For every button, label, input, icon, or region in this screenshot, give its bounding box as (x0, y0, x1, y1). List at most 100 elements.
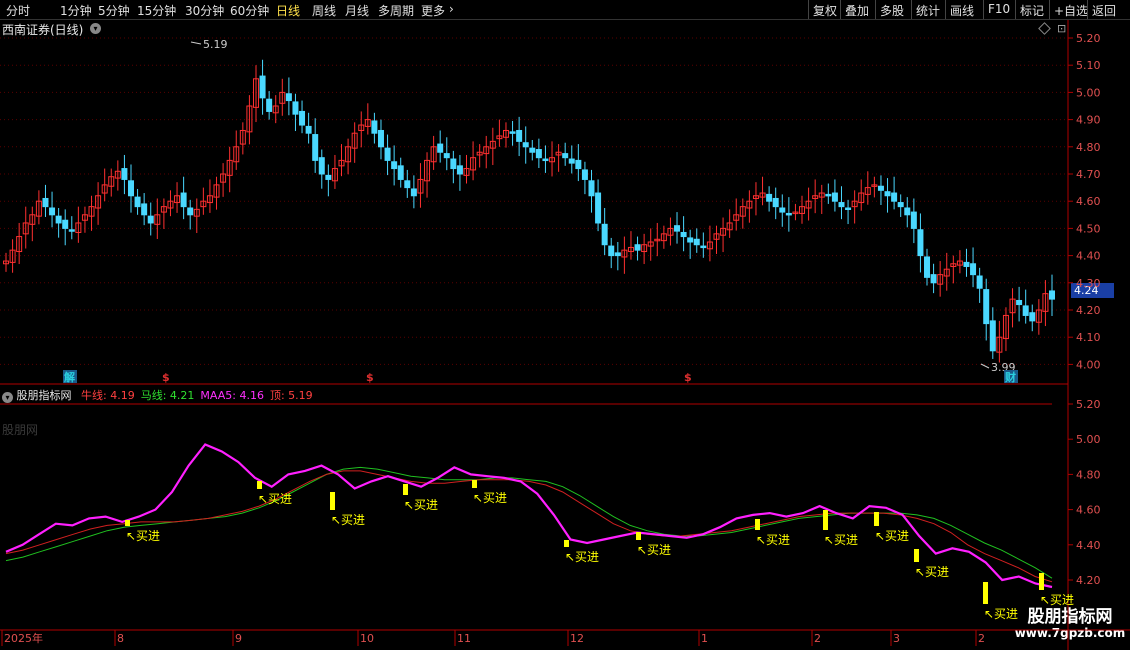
date-axis-label: 11 (457, 632, 471, 645)
candle-body (391, 161, 398, 170)
event-marker: 解 (64, 370, 75, 384)
buy-signal-label: ↖买进 (404, 498, 438, 512)
candle-body (983, 289, 990, 325)
buy-signal-bar (564, 540, 569, 547)
price-axis-label: 4.60 (1076, 195, 1101, 208)
candle-body (1049, 290, 1055, 300)
date-axis-label: 3 (893, 632, 900, 645)
candle-body (575, 159, 582, 170)
candle-body (259, 75, 266, 99)
candle-body (904, 207, 911, 216)
candle-body (601, 223, 608, 246)
candle-body (121, 168, 128, 180)
candle-body (1022, 305, 1029, 316)
candle-body (595, 192, 602, 224)
candle-body (680, 231, 687, 238)
candle-body (976, 275, 983, 289)
candle-body (134, 196, 141, 208)
buy-signal-label: ↖买进 (473, 491, 507, 505)
maa5-line (5, 443, 1053, 589)
candle-body (772, 197, 779, 208)
date-axis-label: 8 (117, 632, 124, 645)
buy-signal-bar (472, 480, 477, 488)
indicator-axis-label: 4.80 (1076, 468, 1101, 481)
date-axis-label: 2025年 (4, 631, 43, 645)
date-axis-label: 10 (360, 632, 374, 645)
date-axis-label: 2 (814, 632, 821, 645)
candle-body (963, 261, 970, 267)
candle-body (42, 197, 49, 208)
candle-body (456, 165, 463, 175)
high-pointer (190, 41, 202, 45)
price-axis-label: 4.80 (1076, 141, 1101, 154)
buy-signal-bar (823, 510, 828, 530)
price-axis-label: 4.50 (1076, 222, 1101, 235)
candle-body (266, 98, 273, 112)
candle-body (443, 153, 450, 159)
buy-signal-label: ↖买进 (984, 607, 1018, 621)
candle-body (568, 158, 575, 164)
buy-signal-bar (1039, 573, 1044, 590)
price-axis-label: 4.10 (1076, 331, 1101, 344)
candle-body (147, 215, 154, 224)
candle-body (884, 191, 891, 197)
buy-signal-bar (874, 512, 879, 526)
candle-body (562, 153, 569, 159)
candle-body (693, 238, 700, 246)
event-marker: $ (162, 371, 170, 384)
candle-body (325, 174, 332, 180)
indicator-axis-label: 5.20 (1076, 398, 1101, 411)
event-marker: $ (684, 371, 692, 384)
buy-signal-label: ↖买进 (875, 529, 909, 543)
candle-body (285, 93, 292, 102)
candle-body (877, 185, 884, 191)
candle-body (299, 110, 306, 126)
indicator-axis-label: 4.60 (1076, 504, 1101, 517)
price-axis-label: 4.40 (1076, 250, 1101, 263)
price-axis-label: 4.70 (1076, 168, 1101, 181)
candle-body (397, 165, 404, 180)
event-marker: 财 (1004, 370, 1016, 384)
candle-body (700, 245, 707, 249)
buy-signal-bar (983, 582, 988, 604)
candle-body (614, 252, 621, 257)
candle-body (924, 256, 931, 278)
candle-body (1029, 312, 1036, 322)
buy-signal-label: ↖买进 (258, 492, 292, 506)
date-axis-label: 1 (701, 632, 708, 645)
horse-line (5, 466, 1053, 579)
candle-body (49, 207, 56, 216)
candle-body (305, 125, 312, 134)
buy-signal-label: ↖买进 (565, 550, 599, 564)
candle-body (522, 142, 529, 148)
price-axis-label: 5.20 (1076, 32, 1101, 45)
chart-canvas[interactable]: 5.20 5.10 5.00 4.90 4.80 4.70 4.60 4.50 4.40 4.30… (0, 0, 1130, 650)
price-axis-label: 4.90 (1076, 114, 1101, 127)
buy-signal-label: ↖买进 (824, 533, 858, 547)
price-axis-label: 4.30 (1076, 277, 1101, 290)
candle-body (588, 180, 595, 197)
candle-body (581, 169, 588, 180)
candle-body (384, 147, 391, 161)
candle-body (779, 207, 786, 213)
candle-body (529, 147, 536, 153)
candle-body (371, 120, 378, 134)
candle-body (970, 263, 977, 276)
date-axis-label: 12 (570, 632, 584, 645)
buy-signal-label: ↖买进 (637, 543, 671, 557)
buy-signal-label: ↖买进 (1040, 593, 1074, 607)
candle-body (917, 229, 924, 257)
candle-body (674, 225, 681, 232)
candle-body (845, 207, 852, 210)
candle-body (187, 207, 194, 216)
price-axis-label: 5.10 (1076, 59, 1101, 72)
candle-body (766, 193, 773, 202)
candle-body (318, 157, 325, 175)
buy-signal-bar (257, 481, 262, 489)
candle-body (292, 101, 299, 115)
candle-body (509, 131, 516, 134)
candle-body (897, 202, 904, 208)
indicator-axis-label: 5.00 (1076, 433, 1101, 446)
candle-body (437, 143, 444, 153)
date-axis-label: 9 (235, 632, 242, 645)
